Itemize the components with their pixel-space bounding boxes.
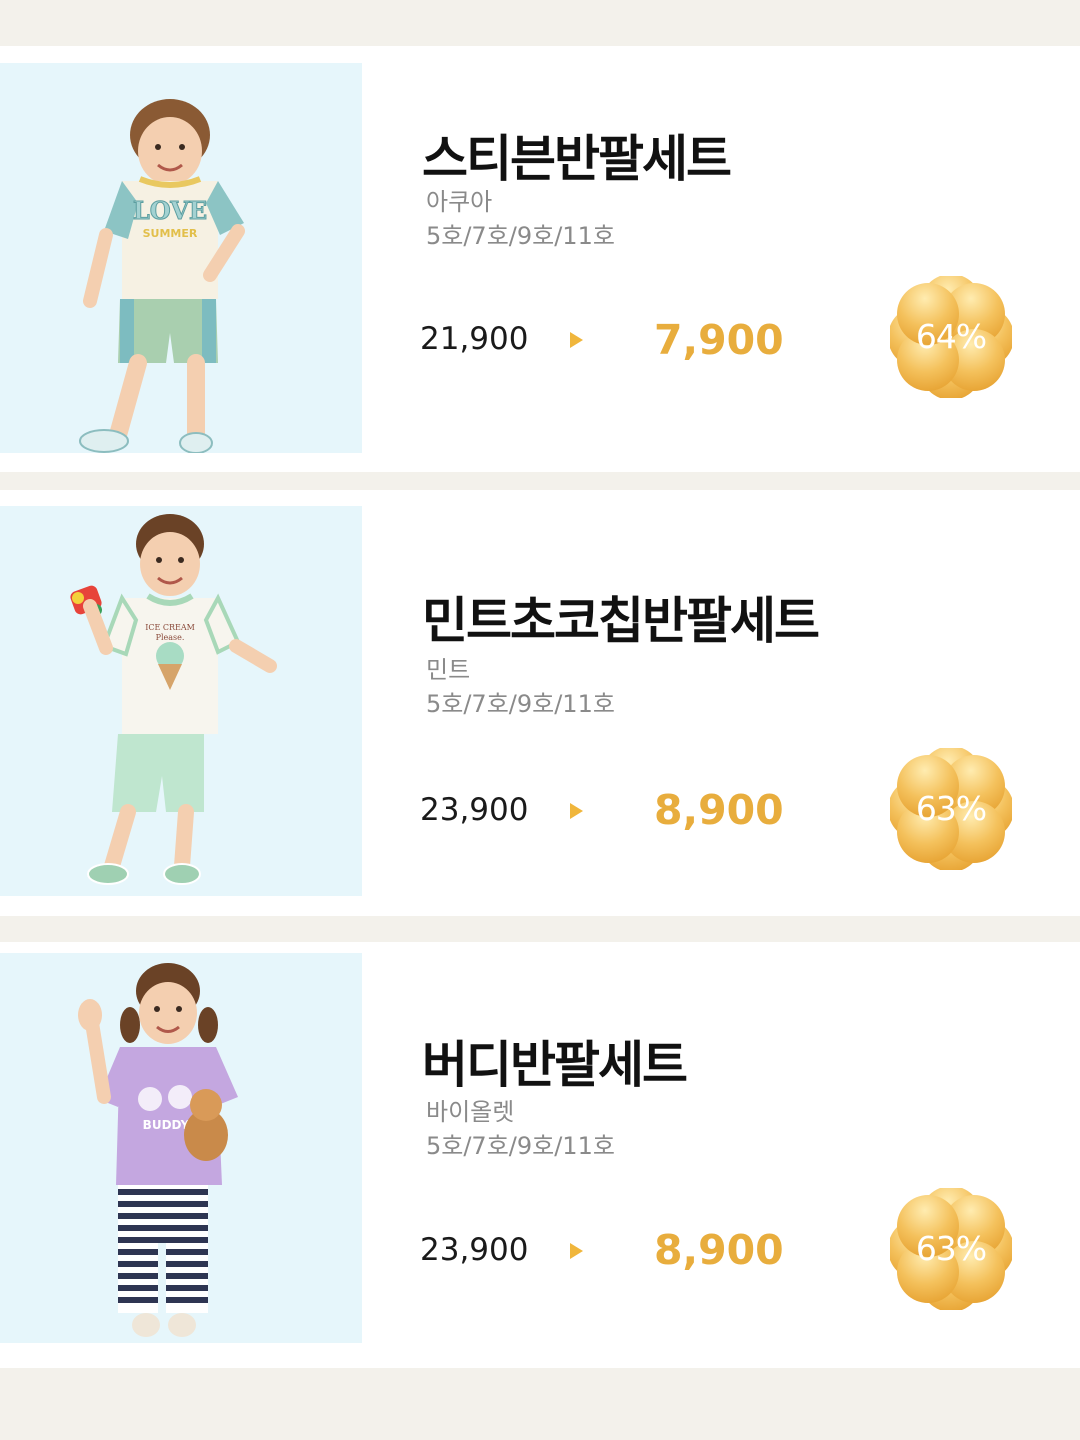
product-card[interactable]: LOVE SUMMER 스티븐반팔세트 아쿠아 5호/7호/9호/11호 21,… [0,46,1080,472]
discount-badge: 64% [890,276,1012,398]
discount-percent: 64% [915,317,987,356]
product-sizes: 5호/7호/9호/11호 [426,222,615,250]
product-title: 민트초코칩반팔세트 [422,592,820,650]
original-price: 23,900 [420,792,529,828]
sale-price: 7,900 [654,316,784,364]
product-title: 스티븐반팔세트 [422,130,732,188]
shirt-print-please: Please. [156,633,185,642]
product-color: 아쿠아 [426,188,493,216]
product-sizes: 5호/7호/9호/11호 [426,690,615,718]
product-color: 바이올렛 [426,1098,515,1126]
product-card[interactable]: BUDDY 버디반팔세트 바이올렛 5호/7호/9호/11호 23,900 8,… [0,942,1080,1368]
triangle-right-icon [570,803,583,819]
product-title: 버디반팔세트 [422,1036,688,1094]
discount-percent: 63% [915,1229,987,1268]
original-price: 23,900 [420,1232,529,1268]
triangle-right-icon [570,1243,583,1259]
product-photo: ICE CREAM Please. [0,506,362,896]
shirt-print-love: LOVE [133,196,207,225]
product-sizes: 5호/7호/9호/11호 [426,1132,615,1160]
triangle-right-icon [570,332,583,348]
sale-price: 8,900 [654,1226,784,1274]
original-price: 21,900 [420,321,529,357]
discount-badge: 63% [890,748,1012,870]
shirt-print-ice-cream: ICE CREAM [145,623,195,632]
product-color: 민트 [426,656,471,684]
product-photo: BUDDY [0,953,362,1343]
product-photo: LOVE SUMMER [0,63,362,453]
discount-badge: 63% [890,1188,1012,1310]
shirt-print-buddy: BUDDY [143,1118,190,1132]
shirt-print-summer: SUMMER [143,227,198,240]
discount-percent: 63% [915,789,987,828]
product-card[interactable]: ICE CREAM Please. 민트초코칩반팔세트 민트 5호/7호/9호/… [0,490,1080,916]
sale-price: 8,900 [654,786,784,834]
